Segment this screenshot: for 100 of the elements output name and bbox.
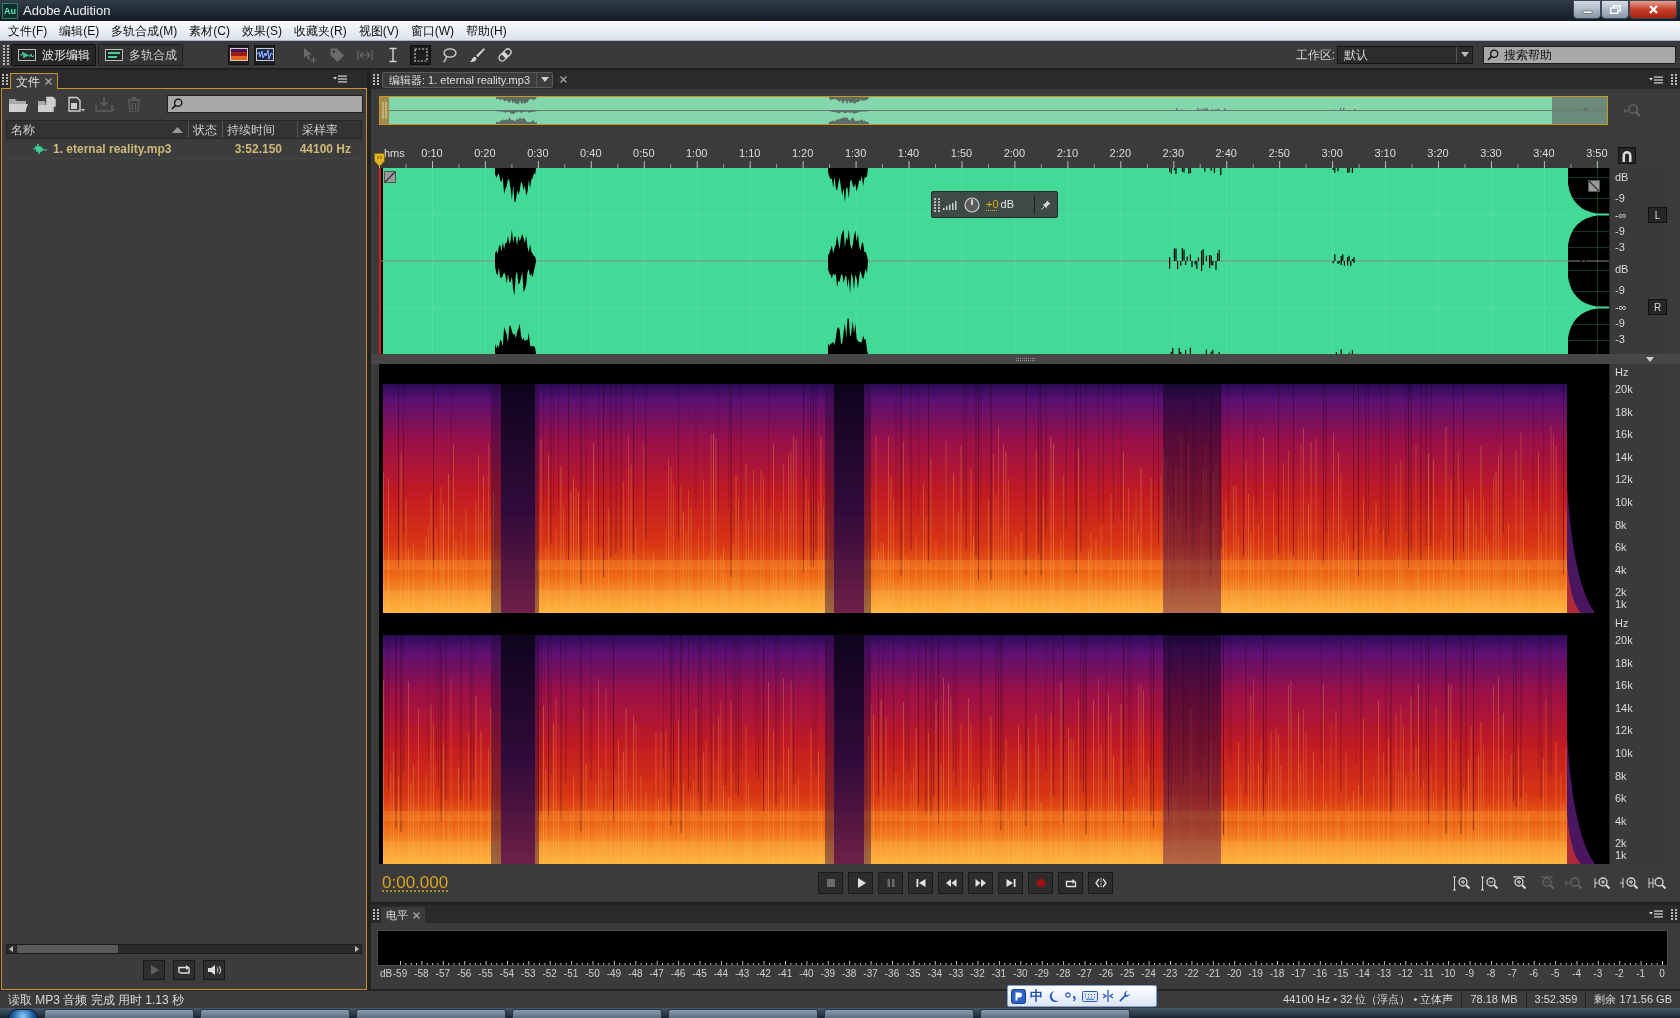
playhead-marker-icon[interactable]: [374, 153, 385, 167]
punctuation-icon[interactable]: [1064, 990, 1078, 1002]
level-scale-label: dB: [380, 968, 393, 980]
tool-button[interactable]: [410, 44, 431, 65]
menu-item[interactable]: 多轨合成(M): [105, 21, 184, 40]
frequency-scale-label: 12k: [1615, 724, 1633, 737]
level-scale-label: -21: [1205, 968, 1220, 980]
help-search-field[interactable]: 搜索帮助: [1483, 45, 1676, 64]
menu-item[interactable]: 素材(C): [183, 21, 236, 40]
panel-menu-icon[interactable]: [333, 75, 347, 83]
menu-item[interactable]: 编辑(E): [53, 21, 106, 40]
mode-button[interactable]: 多轨合成: [98, 43, 183, 66]
spectral-view-button[interactable]: [228, 44, 249, 65]
column-header[interactable]: 名称: [7, 121, 188, 138]
wrench-icon[interactable]: [1118, 989, 1131, 1003]
play-button[interactable]: [848, 872, 873, 894]
signal-bars-icon: [943, 199, 959, 210]
column-header[interactable]: 状态: [188, 121, 222, 138]
keyboard-icon[interactable]: [1082, 990, 1098, 1002]
panel-tab[interactable]: 文件: [10, 73, 58, 89]
fade-handle-icon[interactable]: [384, 171, 396, 183]
level-scale-label: -15: [1333, 968, 1349, 980]
time-label: 0:50: [633, 147, 655, 160]
resize-grip-icon[interactable]: [1016, 357, 1036, 361]
level-scale-label: -38: [841, 968, 857, 980]
grip-icon[interactable]: [373, 73, 379, 86]
zoom-button[interactable]: [1478, 873, 1500, 893]
close-icon[interactable]: [560, 76, 567, 83]
close-icon[interactable]: [45, 78, 52, 85]
overview-navigator[interactable]: [379, 96, 1608, 125]
minimize-button[interactable]: [1573, 0, 1601, 19]
scrollbar-thumb[interactable]: [17, 945, 118, 953]
column-header[interactable]: 采样率: [297, 121, 360, 138]
time-label: 3:40: [1533, 147, 1555, 160]
split-arrows-icon[interactable]: [1102, 990, 1114, 1002]
knob-icon[interactable]: [964, 196, 980, 213]
level-scale-label: -6: [1529, 968, 1539, 980]
level-scale-label: -37: [863, 968, 878, 980]
waveform-view-button[interactable]: [254, 44, 275, 65]
loop-button[interactable]: [1058, 872, 1083, 894]
close-icon: [1647, 5, 1659, 14]
fade-handle-icon[interactable]: [1588, 180, 1600, 192]
channel-button[interactable]: R: [1648, 299, 1667, 315]
workspace-dropdown[interactable]: 默认: [1337, 45, 1473, 64]
grip-icon[interactable]: [1671, 73, 1677, 86]
level-scale-label: -39: [820, 968, 835, 980]
level-scale-label: -8: [1486, 968, 1496, 980]
menu-item[interactable]: 窗口(W): [404, 21, 460, 40]
folder-icon[interactable]: [8, 96, 28, 112]
scroll-right-icon[interactable]: [353, 945, 361, 953]
panel-menu-icon[interactable]: [1649, 910, 1663, 918]
time-display[interactable]: 0:00.000: [382, 873, 449, 893]
to-end-button[interactable]: [998, 872, 1023, 894]
grip-icon[interactable]: [2, 74, 8, 86]
close-icon[interactable]: [413, 911, 420, 919]
document-tab[interactable]: 编辑器: 1. eternal reality.mp3: [382, 71, 553, 88]
amplitude-scale-label: -3: [1615, 241, 1625, 253]
panel-menu-icon[interactable]: [1649, 75, 1663, 84]
menu-item[interactable]: 帮助(H): [460, 21, 513, 40]
restore-button[interactable]: [1601, 0, 1629, 19]
menu-item[interactable]: 效果(S): [236, 21, 288, 40]
zoom-button[interactable]: [1450, 873, 1472, 893]
folder-file-icon[interactable]: [37, 96, 57, 112]
file-row[interactable]: 1. eternal reality.mp3 3:52.150 44100 Hz: [6, 139, 362, 159]
bandage-icon: [496, 46, 513, 63]
column-header[interactable]: 持续时间: [222, 121, 297, 138]
caret-icon: [1646, 356, 1654, 362]
rewind-button[interactable]: [938, 872, 963, 894]
speaker-icon: [207, 963, 221, 977]
menu-item[interactable]: 文件(F): [2, 21, 54, 40]
channel-button[interactable]: L: [1648, 207, 1667, 223]
amplitude-scale-label: -9: [1615, 317, 1625, 329]
fast-forward-button[interactable]: [968, 872, 993, 894]
document-icon[interactable]: [66, 96, 86, 112]
mode-button[interactable]: 波形编辑: [11, 43, 96, 66]
autoplay-button[interactable]: [203, 960, 225, 980]
input-mode-toggle[interactable]: 中: [1030, 988, 1043, 1004]
pin-icon[interactable]: [1041, 199, 1051, 210]
ime-logo-icon[interactable]: [1011, 988, 1026, 1004]
grip-icon[interactable]: [934, 197, 940, 212]
grip-icon[interactable]: [3, 44, 9, 65]
skip-selection-button[interactable]: [1088, 872, 1113, 894]
amplitude-scale-label: dB: [1615, 263, 1629, 275]
panel-tab[interactable]: 电平: [381, 907, 425, 923]
to-start-button[interactable]: [908, 872, 933, 894]
scroll-left-icon[interactable]: [7, 945, 15, 953]
search-field[interactable]: [167, 95, 363, 113]
grip-icon[interactable]: [373, 909, 379, 921]
snap-button[interactable]: [1618, 147, 1636, 164]
gain-value[interactable]: +0: [986, 196, 999, 213]
loop-button[interactable]: [173, 960, 195, 980]
grip-icon[interactable]: [1671, 909, 1677, 921]
menu-item[interactable]: 收藏夹(R): [288, 21, 353, 40]
zoom-icon: [1648, 875, 1666, 891]
close-button[interactable]: [1629, 0, 1677, 19]
level-scale-label: -12: [1398, 968, 1413, 980]
menu-item[interactable]: 视图(V): [352, 21, 405, 40]
moon-icon[interactable]: [1047, 989, 1060, 1003]
time-label: 1:20: [791, 147, 814, 160]
frequency-scale-label: 14k: [1615, 701, 1633, 714]
